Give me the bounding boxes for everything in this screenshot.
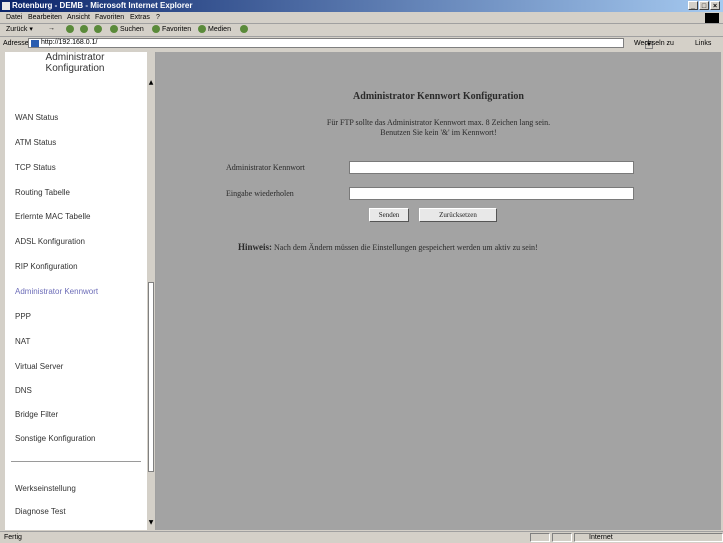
sidebar-item-ppp[interactable]: PPP (15, 312, 31, 321)
favorites-label: Favoriten (162, 25, 192, 33)
hint-line-2: Benutzen Sie kein '&' im Kennwort! (380, 128, 497, 137)
maximize-icon[interactable]: □ (699, 1, 709, 10)
sidebar-item-tcp-status[interactable]: TCP Status (15, 163, 56, 172)
sidebar-item-bridge-filter[interactable]: Bridge Filter (15, 410, 58, 419)
links-button[interactable]: Links (695, 40, 711, 47)
scroll-down-icon[interactable]: ▼ (147, 518, 155, 527)
sidebar-item-adsl-konfiguration[interactable]: ADSL Konfiguration (15, 237, 85, 246)
submit-button[interactable]: Senden (369, 208, 409, 222)
sidebar-item-administrator-kennwort[interactable]: Administrator Kennwort (15, 287, 98, 296)
search-label: Suchen (120, 25, 144, 33)
status-zone-panel: Internet (574, 533, 723, 542)
refresh-icon (80, 25, 88, 33)
sidebar-frame: Administrator Konfiguration WAN Status A… (5, 52, 156, 530)
media-icon (198, 25, 206, 33)
status-panel (552, 533, 572, 542)
sidebar-item-rip-konfiguration[interactable]: RIP Konfiguration (15, 262, 78, 271)
sidebar-header-line2: Konfiguration (45, 63, 105, 74)
media-label: Medien (208, 25, 231, 33)
scroll-up-icon[interactable]: ▲ (147, 78, 155, 87)
window-controls: _ □ × (688, 1, 720, 10)
stop-icon (66, 25, 74, 33)
addressbar: Adresse http://192.168.0.1/ ▼ Wechseln z… (0, 37, 723, 50)
favorites-button[interactable]: Favoriten (152, 25, 191, 33)
menu-datei[interactable]: Datei (6, 14, 22, 21)
home-icon (94, 25, 102, 33)
forward-button[interactable]: → (48, 25, 55, 32)
confirm-password-input[interactable] (349, 187, 634, 200)
windows-logo-icon (705, 13, 719, 23)
sidebar-item-virtual-server[interactable]: Virtual Server (15, 362, 63, 371)
search-icon (110, 25, 118, 33)
sidebar-item-dns[interactable]: DNS (15, 386, 32, 395)
back-label: Zurück (6, 25, 28, 33)
menu-ansicht[interactable]: Ansicht (67, 14, 90, 21)
chevron-down-icon: ▾ (29, 26, 33, 33)
forward-icon: → (48, 25, 55, 32)
sidebar-item-diagnose-test[interactable]: Diagnose Test (15, 507, 66, 516)
save-note: Hinweis: Nach dem Ändern müssen die Eins… (238, 242, 538, 252)
note-label: Hinweis: (238, 242, 273, 252)
window-titlebar: Rotenburg - DEMB - Microsoft Internet Ex… (0, 0, 723, 12)
address-input[interactable]: http://192.168.0.1/ ▼ (28, 38, 653, 49)
menu-help[interactable]: ? (156, 14, 160, 21)
password-input[interactable] (349, 161, 634, 174)
sidebar-scrollbar[interactable]: ▲ ▼ (147, 52, 155, 530)
sidebar-item-sonstige-konfiguration[interactable]: Sonstige Konfiguration (15, 434, 96, 443)
toolbar: Zurück ▾ → Suchen Favoriten Medien (0, 23, 723, 37)
confirm-label: Eingabe wiederholen (226, 189, 294, 198)
address-url: http://192.168.0.1/ (41, 39, 98, 46)
menu-extras[interactable]: Extras (130, 14, 150, 21)
sidebar-header: Administrator Konfiguration (5, 52, 145, 74)
sidebar-item-routing-tabelle[interactable]: Routing Tabelle (15, 188, 70, 197)
favorites-icon (152, 25, 160, 33)
scrollbar-thumb[interactable] (148, 282, 154, 472)
home-button[interactable] (94, 25, 102, 33)
minimize-icon[interactable]: _ (688, 1, 698, 10)
history-button[interactable] (240, 25, 248, 33)
stop-button[interactable] (66, 25, 74, 33)
password-hint-text: Für FTP sollte das Administrator Kennwor… (256, 118, 621, 138)
sidebar-item-mac-tabelle[interactable]: Erlernte MAC Tabelle (15, 212, 90, 221)
sidebar-divider (11, 461, 141, 462)
sidebar-item-wan-status[interactable]: WAN Status (15, 113, 58, 122)
note-text: Nach dem Ändern müssen die Einstellungen… (274, 243, 538, 252)
sidebar-item-nat[interactable]: NAT (15, 337, 30, 346)
refresh-button[interactable] (80, 25, 88, 33)
history-icon (240, 25, 248, 33)
status-text: Fertig (4, 534, 22, 541)
media-button[interactable]: Medien (198, 25, 231, 33)
back-button[interactable]: Zurück ▾ (6, 25, 33, 34)
main-content: Administrator Kennwort Konfiguration Für… (156, 52, 721, 530)
search-button[interactable]: Suchen (110, 25, 144, 33)
statusbar: Fertig Internet (0, 531, 723, 543)
password-label: Administrator Kennwort (226, 163, 305, 172)
menu-bearbeiten[interactable]: Bearbeiten (28, 14, 62, 21)
sidebar-item-atm-status[interactable]: ATM Status (15, 138, 56, 147)
close-icon[interactable]: × (710, 1, 720, 10)
go-button[interactable]: Wechseln zu (634, 40, 674, 47)
window-title: Rotenburg - DEMB - Microsoft Internet Ex… (12, 1, 193, 10)
ie-icon (2, 2, 10, 10)
sidebar-header-line1: Administrator (45, 52, 105, 63)
page-title: Administrator Kennwort Konfiguration (353, 91, 524, 102)
sidebar-item-werkseinstellung[interactable]: Werkseinstellung (15, 484, 76, 493)
status-zone: Internet (589, 534, 613, 541)
hint-line-1: Für FTP sollte das Administrator Kennwor… (326, 118, 551, 127)
reset-button[interactable]: Zurücksetzen (419, 208, 497, 222)
menu-favoriten[interactable]: Favoriten (95, 14, 124, 21)
address-label: Adresse (3, 40, 29, 47)
status-panel (530, 533, 550, 542)
page-icon (31, 40, 39, 47)
